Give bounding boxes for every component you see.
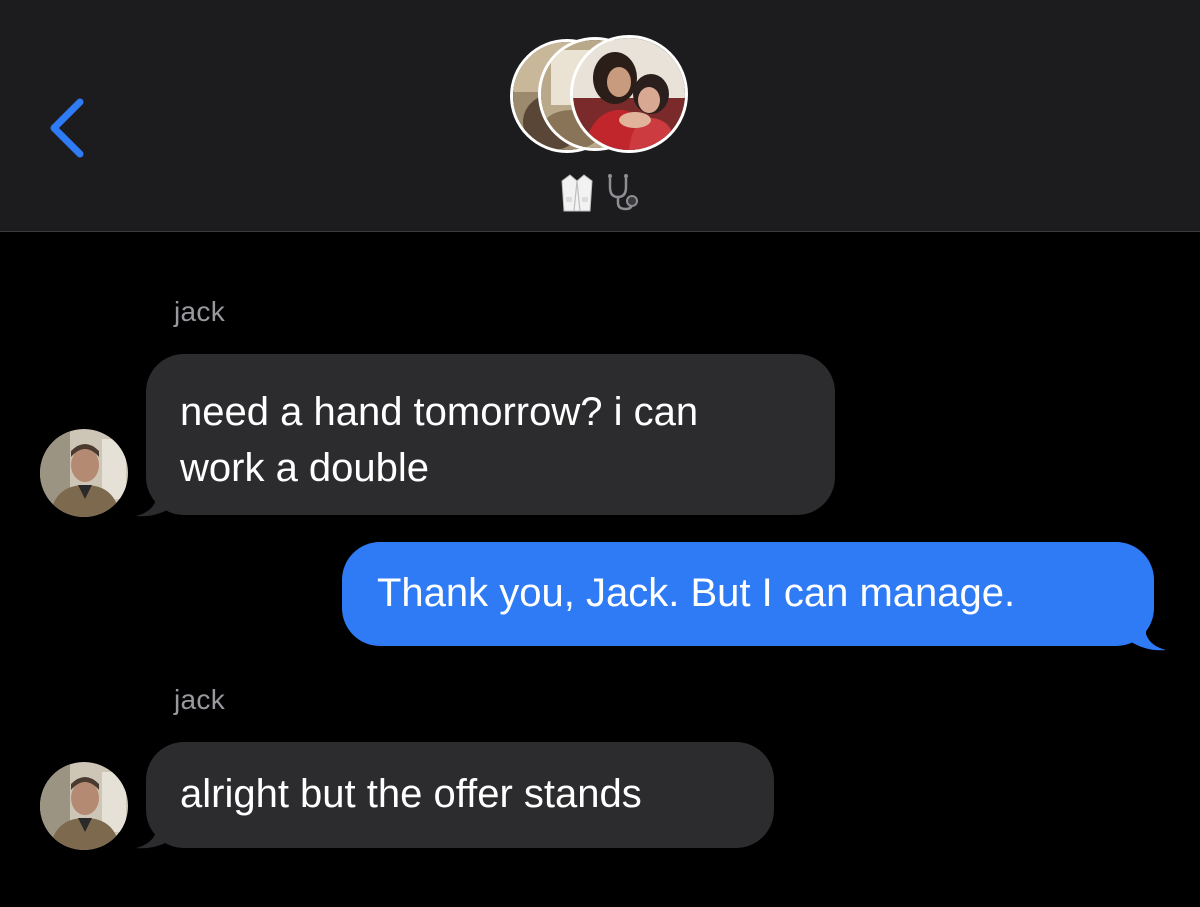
message-bubble-outgoing[interactable]: Thank you, Jack. But I can manage. — [342, 542, 1154, 646]
sender-name: jack — [174, 684, 225, 715]
message-bubble-incoming[interactable]: alright but the offer stands — [146, 742, 774, 848]
group-member-avatar — [570, 35, 688, 153]
message-bubble-incoming[interactable]: need a hand tomorrow? i can work a doubl… — [146, 354, 835, 515]
conversation-header — [0, 0, 1200, 232]
lab-coat-emoji — [561, 174, 593, 212]
stethoscope-emoji — [608, 174, 638, 211]
back-button[interactable] — [40, 88, 100, 168]
chevron-left-icon — [50, 98, 84, 158]
photo-avatar — [40, 429, 128, 517]
message-text: Thank you, Jack. But I can manage. — [377, 571, 1016, 615]
group-avatar-stack[interactable] — [510, 35, 690, 157]
contact-avatar[interactable] — [40, 429, 128, 517]
photo-avatar — [573, 38, 685, 150]
message-text: alright but the offer stands — [180, 772, 642, 816]
photo-avatar — [40, 762, 128, 850]
sender-name: jack — [174, 296, 225, 327]
contact-avatar[interactable] — [40, 762, 128, 850]
group-title[interactable] — [540, 168, 660, 218]
message-text: need a hand tomorrow? i can work a doubl… — [180, 390, 699, 490]
